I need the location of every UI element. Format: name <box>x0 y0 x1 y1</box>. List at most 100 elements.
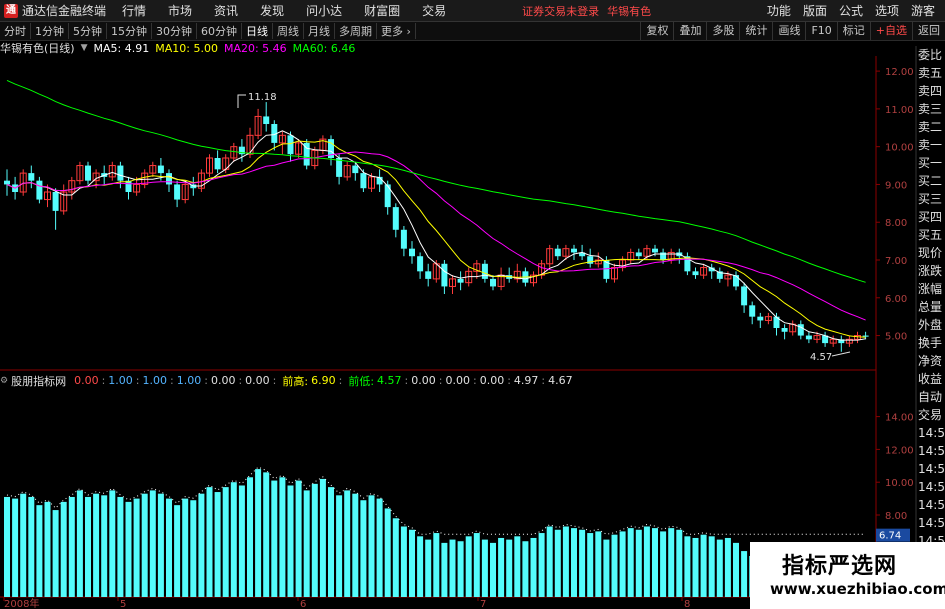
indicator-bar <box>52 510 59 597</box>
candle-body <box>441 263 448 287</box>
ytick-label-upper: 5.00 <box>885 332 907 343</box>
sidebar-item[interactable]: 外盘 <box>918 316 945 334</box>
watermark-title: 指标严选网 <box>782 554 898 579</box>
watermark-url: www.xuezhibiao.com <box>770 580 945 598</box>
candle-body <box>733 275 739 287</box>
sidebar-item[interactable]: 自动 <box>918 388 945 406</box>
candle-body <box>457 278 464 283</box>
sidebar-item[interactable]: 14:56 <box>918 424 945 442</box>
sidebar-item[interactable]: 总量 <box>918 298 945 316</box>
indicator-bar <box>457 541 464 597</box>
ytick-label-upper: 11.00 <box>885 105 914 116</box>
ma10-line <box>6 140 866 338</box>
candle-body <box>481 263 488 279</box>
indicator-bar <box>247 477 253 597</box>
ma5-line <box>6 130 866 341</box>
xtick-label: 6 <box>300 599 306 609</box>
sidebar-item[interactable]: 卖四 <box>918 82 945 100</box>
sidebar-item[interactable]: 14:56 <box>918 460 945 478</box>
indicator-bar <box>562 526 569 597</box>
candle-body <box>554 248 561 257</box>
indicator-bar <box>44 501 51 597</box>
sidebar-item[interactable]: 委比 <box>918 46 945 64</box>
indicator-bar <box>376 498 383 597</box>
indicator-bar <box>352 493 359 597</box>
indicator-bar <box>619 531 626 597</box>
ytick-label-upper: 10.00 <box>885 143 914 154</box>
candle-body <box>781 328 788 332</box>
candle-body <box>174 184 181 200</box>
sidebar-item[interactable]: 涨跌 <box>918 262 945 280</box>
candle-body <box>409 248 415 257</box>
indicator-bar <box>336 495 343 597</box>
indicator-bar <box>676 529 683 597</box>
indicator-bar <box>190 500 197 597</box>
candle-body <box>117 165 124 181</box>
indicator-bar <box>465 536 472 597</box>
ytick-label-lower: 14.00 <box>885 413 914 424</box>
high-annotation: 11.18 <box>248 92 277 103</box>
xtick-label: 7 <box>480 599 486 609</box>
indicator-bar <box>287 485 294 597</box>
ytick-label-lower: 8.00 <box>885 511 907 522</box>
indicator-bar <box>587 533 594 597</box>
sidebar-item[interactable]: 14:56 <box>918 442 945 460</box>
ytick-label-upper: 8.00 <box>885 218 907 229</box>
indicator-bar <box>724 537 731 597</box>
candle-body <box>384 184 391 208</box>
candle-body <box>741 286 748 306</box>
indicator-bar <box>481 539 488 597</box>
candle-body <box>214 158 221 170</box>
indicator-bar <box>473 533 480 597</box>
sidebar-item[interactable]: 卖二 <box>918 118 945 136</box>
sidebar-item[interactable]: 涨幅 <box>918 280 945 298</box>
kline-chart[interactable]: 12.00 11.00 10.00 9.00 8.00 7.00 6.00 5.00 11.18… <box>0 0 945 609</box>
sidebar-item[interactable]: 现价 <box>918 244 945 262</box>
sidebar-item[interactable]: 买五 <box>918 226 945 244</box>
sidebar-item[interactable]: 卖五 <box>918 64 945 82</box>
indicator-bar <box>93 493 100 597</box>
indicator-bar <box>554 529 561 597</box>
sidebar-item[interactable]: 14:56 <box>918 478 945 496</box>
sidebar-item[interactable]: 卖一 <box>918 136 945 154</box>
sidebar-item[interactable]: 14:56 <box>918 496 945 514</box>
sidebar-item[interactable]: 买三 <box>918 190 945 208</box>
indicator-bar <box>76 490 83 597</box>
candle-body <box>263 116 270 124</box>
indicator-bar <box>271 480 278 597</box>
sidebar-item[interactable]: 交易 <box>918 406 945 424</box>
candle-body <box>749 305 756 317</box>
indicator-bar <box>4 496 10 597</box>
sidebar-item[interactable]: 买二 <box>918 172 945 190</box>
candle-body <box>287 135 294 155</box>
indicator-bar <box>182 498 189 597</box>
ytick-label-lower: 12.00 <box>885 445 914 456</box>
sidebar-item[interactable]: 收益 <box>918 370 945 388</box>
sidebar-item[interactable]: 买一 <box>918 154 945 172</box>
xtick-label: 2008年 <box>4 597 39 609</box>
indicator-bar <box>417 536 424 597</box>
sidebar-item[interactable]: 14:56 <box>918 514 945 532</box>
sidebar-item[interactable]: 卖三 <box>918 100 945 118</box>
sidebar-item[interactable]: 净资 <box>918 352 945 370</box>
indicator-bar <box>263 472 270 597</box>
indicator-bar <box>206 487 213 597</box>
indicator-bar <box>603 539 610 597</box>
ytick-label-upper: 6.00 <box>885 294 907 305</box>
candle-body <box>125 180 132 192</box>
indicator-bar <box>174 505 181 597</box>
indicator-bar <box>530 537 537 597</box>
indicator-bar <box>425 539 432 597</box>
sidebar-item[interactable]: 换手 <box>918 334 945 352</box>
candle-body <box>862 335 869 337</box>
quote-sidebar: 委比 卖五 卖四 卖三 卖二 卖一 买一 买二 买三 买四 买五 现价 涨跌 涨幅 总量 外盘 换手 净资 收益 自动… <box>918 46 945 568</box>
candle-body <box>425 271 432 279</box>
xtick-label: 8 <box>684 599 690 609</box>
candle-body <box>85 165 91 181</box>
indicator-bar <box>20 493 27 597</box>
indicator-bar <box>303 490 310 597</box>
indicator-bar <box>700 534 707 597</box>
indicator-bar <box>149 490 156 597</box>
sidebar-item[interactable]: 买四 <box>918 208 945 226</box>
indicator-bar <box>125 501 132 597</box>
